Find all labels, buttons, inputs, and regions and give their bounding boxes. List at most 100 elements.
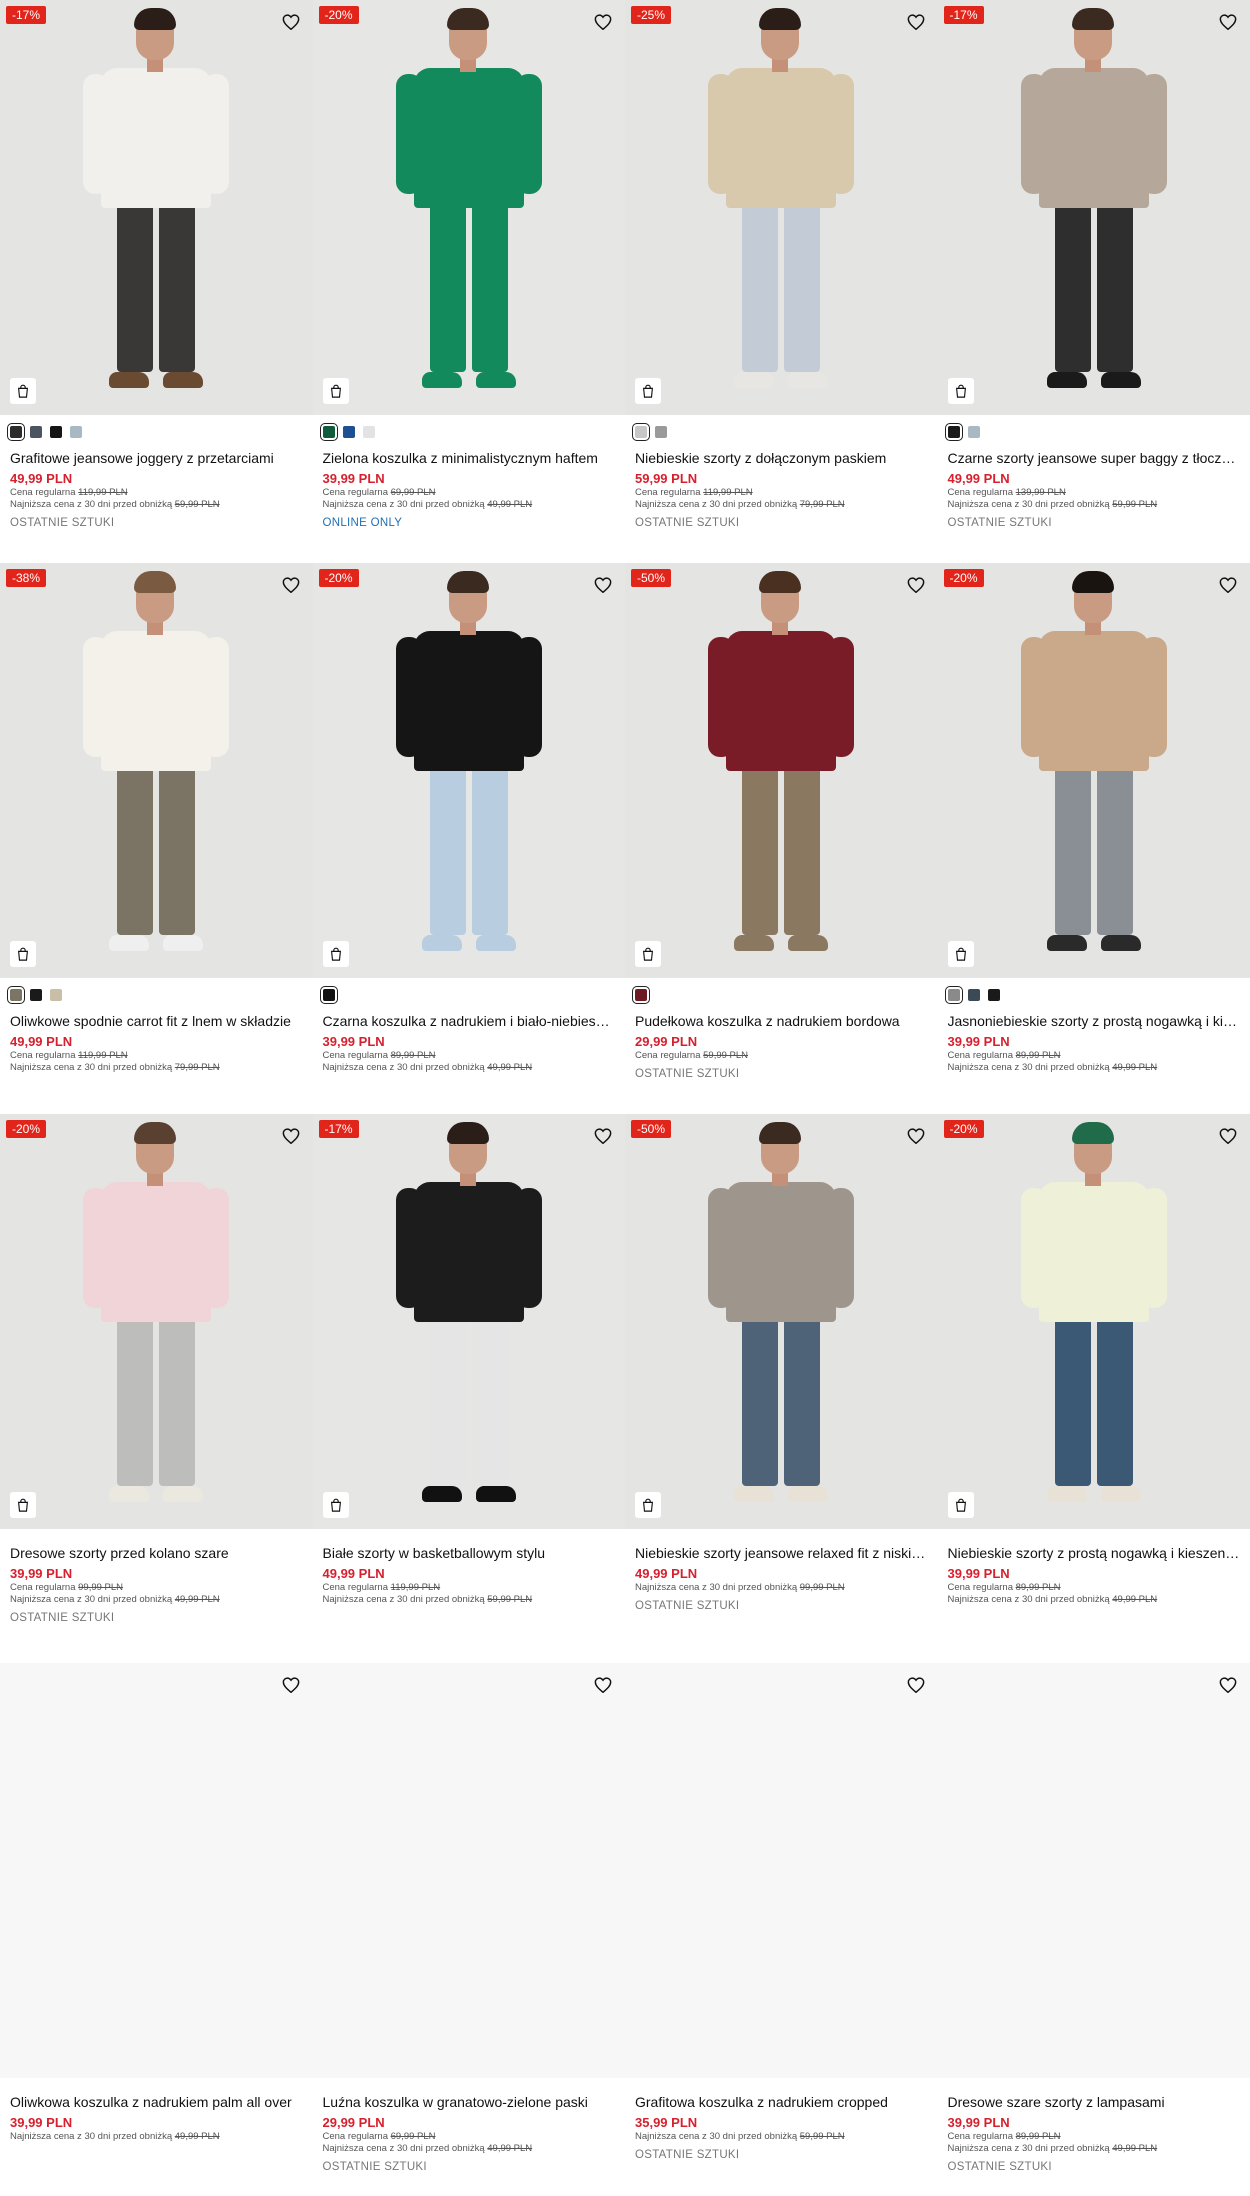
color-swatch[interactable] bbox=[7, 986, 25, 1004]
product-title[interactable]: Grafitowe jeansowe joggery z przetarciam… bbox=[10, 449, 303, 467]
color-swatch[interactable] bbox=[967, 426, 980, 438]
product-image[interactable] bbox=[312, 1663, 625, 2078]
color-swatch[interactable] bbox=[50, 989, 62, 1001]
product-card[interactable]: -17% Czarne szorty jeansowe super baggy … bbox=[937, 0, 1250, 563]
shopping-bag-icon[interactable] bbox=[322, 941, 349, 967]
shopping-bag-icon[interactable] bbox=[947, 1492, 974, 1518]
lowest-price: Najniższa cena z 30 dni przed obniżką 49… bbox=[947, 1062, 1158, 1073]
product-image[interactable]: -17% bbox=[937, 0, 1250, 415]
product-image[interactable]: -50% bbox=[625, 1114, 938, 1529]
heart-icon[interactable] bbox=[279, 1673, 303, 1697]
product-card[interactable]: -38% Oliwkowe spodnie carrot fit z lnem … bbox=[0, 563, 313, 1114]
lowest-price: Najniższa cena z 30 dni przed obniżką 49… bbox=[322, 2143, 533, 2154]
product-image[interactable]: -20% bbox=[937, 1114, 1250, 1529]
product-image[interactable] bbox=[0, 1663, 313, 2078]
heart-icon[interactable] bbox=[1216, 10, 1240, 34]
product-card[interactable]: Dresowe szare szorty z lampasami 39,99 PL… bbox=[937, 1663, 1250, 2196]
color-swatch[interactable] bbox=[319, 423, 338, 441]
product-title[interactable]: Oliwkowe spodnie carrot fit z lnem w skł… bbox=[10, 1012, 303, 1030]
product-card[interactable]: Oliwkowa koszulka z nadrukiem palm all o… bbox=[0, 1663, 313, 2196]
sale-price: 39,99 PLN bbox=[947, 1566, 1010, 1581]
product-image[interactable]: -20% bbox=[312, 0, 625, 415]
product-card[interactable]: -20% Jasnoniebieskie szorty z prostą nog… bbox=[937, 563, 1250, 1114]
shopping-bag-icon[interactable] bbox=[947, 378, 974, 404]
product-image[interactable]: -20% bbox=[312, 563, 625, 978]
product-title[interactable]: Czarna koszulka z nadrukiem i biało-nieb… bbox=[323, 1012, 616, 1030]
heart-icon[interactable] bbox=[591, 10, 615, 34]
product-image[interactable] bbox=[937, 1663, 1250, 2078]
product-title[interactable]: Dresowe szare szorty z lampasami bbox=[948, 2093, 1241, 2111]
product-card[interactable]: Grafitowa koszulka z nadrukiem cropped 35… bbox=[625, 1663, 938, 2196]
product-card[interactable]: Luźna koszulka w granatowo-zielone paski… bbox=[312, 1663, 625, 2196]
product-card[interactable]: -20% Niebieskie szorty z prostą nogawką … bbox=[937, 1114, 1250, 1663]
color-swatch[interactable] bbox=[632, 423, 650, 441]
regular-price: Cena regularna 119,99 PLN bbox=[10, 487, 128, 498]
shopping-bag-icon[interactable] bbox=[322, 378, 349, 404]
heart-icon[interactable] bbox=[279, 1124, 303, 1148]
color-swatch[interactable] bbox=[50, 426, 62, 438]
product-image[interactable]: -38% bbox=[0, 563, 313, 978]
color-swatch[interactable] bbox=[655, 426, 667, 438]
color-swatch[interactable] bbox=[7, 423, 25, 441]
product-title[interactable]: Pudełkowa koszulka z nadrukiem bordowa bbox=[635, 1012, 928, 1030]
product-title[interactable]: Grafitowa koszulka z nadrukiem cropped bbox=[635, 2093, 928, 2111]
product-image[interactable]: -25% bbox=[625, 0, 938, 415]
heart-icon[interactable] bbox=[904, 10, 928, 34]
product-card[interactable]: -25% Niebieskie szorty z dołączonym pask… bbox=[625, 0, 938, 563]
color-swatch[interactable] bbox=[987, 989, 1000, 1001]
color-swatch[interactable] bbox=[632, 986, 650, 1004]
product-card[interactable]: -50% Niebieskie szorty jeansowe relaxed … bbox=[625, 1114, 938, 1663]
product-card[interactable]: -17% Grafitowe jeansowe joggery z przeta… bbox=[0, 0, 313, 563]
heart-icon[interactable] bbox=[1216, 1673, 1240, 1697]
product-card[interactable]: -20% Dresowe szorty przed kolano szare 39… bbox=[0, 1114, 313, 1663]
product-title[interactable]: Jasnoniebieskie szorty z prostą nogawką … bbox=[948, 1012, 1241, 1030]
product-title[interactable]: Zielona koszulka z minimalistycznym haft… bbox=[323, 449, 616, 467]
heart-icon[interactable] bbox=[279, 10, 303, 34]
product-title[interactable]: Niebieskie szorty jeansowe relaxed fit z… bbox=[635, 1544, 928, 1562]
heart-icon[interactable] bbox=[904, 573, 928, 597]
color-swatches bbox=[944, 986, 1241, 1004]
heart-icon[interactable] bbox=[1216, 1124, 1240, 1148]
color-swatch[interactable] bbox=[944, 986, 963, 1004]
color-swatch[interactable] bbox=[30, 989, 42, 1001]
color-swatch[interactable] bbox=[967, 989, 980, 1001]
shopping-bag-icon[interactable] bbox=[635, 1492, 661, 1518]
shopping-bag-icon[interactable] bbox=[635, 378, 661, 404]
color-swatch[interactable] bbox=[70, 426, 82, 438]
shopping-bag-icon[interactable] bbox=[635, 941, 661, 967]
product-title[interactable]: Luźna koszulka w granatowo-zielone paski bbox=[323, 2093, 616, 2111]
color-swatch[interactable] bbox=[30, 426, 42, 438]
product-image[interactable] bbox=[625, 1663, 938, 2078]
product-title[interactable]: Białe szorty w basketballowym stylu bbox=[323, 1544, 616, 1562]
shopping-bag-icon[interactable] bbox=[947, 941, 974, 967]
color-swatch[interactable] bbox=[362, 426, 375, 438]
heart-icon[interactable] bbox=[904, 1124, 928, 1148]
heart-icon[interactable] bbox=[279, 573, 303, 597]
color-swatch[interactable] bbox=[342, 426, 355, 438]
heart-icon[interactable] bbox=[591, 573, 615, 597]
product-image[interactable]: -17% bbox=[0, 0, 313, 415]
product-card[interactable]: -50% Pudełkowa koszulka z nadrukiem bord… bbox=[625, 563, 938, 1114]
product-title[interactable]: Niebieskie szorty z prostą nogawką i kie… bbox=[948, 1544, 1241, 1562]
product-title[interactable]: Oliwkowa koszulka z nadrukiem palm all o… bbox=[10, 2093, 303, 2111]
product-card[interactable]: -20% Zielona koszulka z minimalistycznym… bbox=[312, 0, 625, 563]
shopping-bag-icon[interactable] bbox=[10, 378, 36, 404]
product-image[interactable]: -20% bbox=[937, 563, 1250, 978]
color-swatch[interactable] bbox=[319, 986, 338, 1004]
heart-icon[interactable] bbox=[591, 1673, 615, 1697]
heart-icon[interactable] bbox=[591, 1124, 615, 1148]
heart-icon[interactable] bbox=[1216, 573, 1240, 597]
product-title[interactable]: Dresowe szorty przed kolano szare bbox=[10, 1544, 303, 1562]
color-swatch[interactable] bbox=[944, 423, 963, 441]
shopping-bag-icon[interactable] bbox=[10, 941, 36, 967]
product-card[interactable]: -17% Białe szorty w basketballowym stylu… bbox=[312, 1114, 625, 1663]
shopping-bag-icon[interactable] bbox=[322, 1492, 349, 1518]
product-image[interactable]: -20% bbox=[0, 1114, 313, 1529]
product-title[interactable]: Niebieskie szorty z dołączonym paskiem bbox=[635, 449, 928, 467]
product-image[interactable]: -50% bbox=[625, 563, 938, 978]
heart-icon[interactable] bbox=[904, 1673, 928, 1697]
product-card[interactable]: -20% Czarna koszulka z nadrukiem i biało… bbox=[312, 563, 625, 1114]
product-title[interactable]: Czarne szorty jeansowe super baggy z tło… bbox=[948, 449, 1241, 467]
shopping-bag-icon[interactable] bbox=[10, 1492, 36, 1518]
product-image[interactable]: -17% bbox=[312, 1114, 625, 1529]
